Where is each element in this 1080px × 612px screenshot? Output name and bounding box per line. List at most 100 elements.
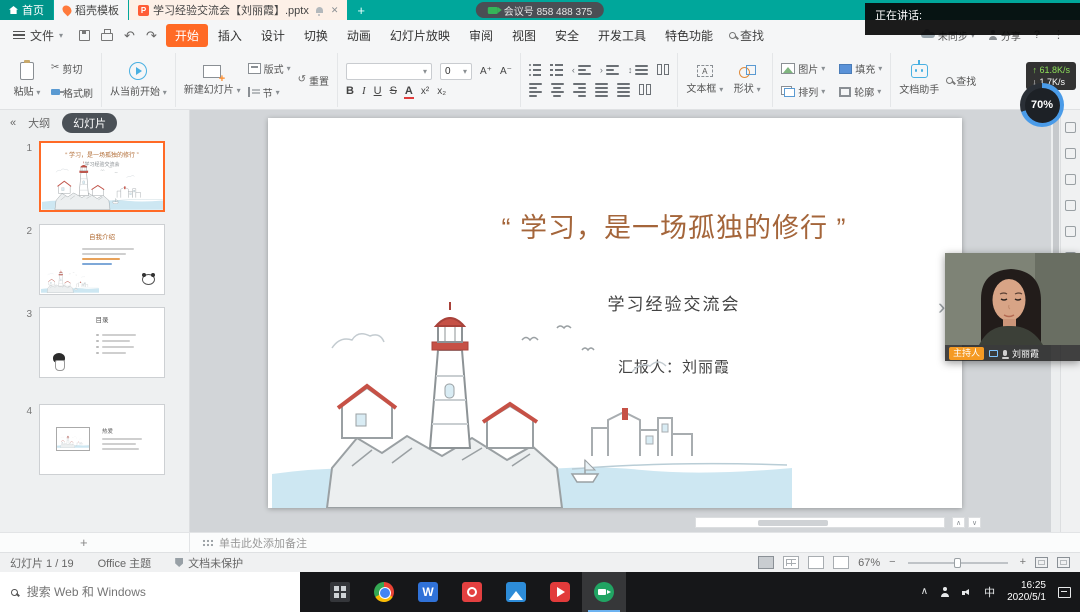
slide-thumbnail-4[interactable]: 热爱 <box>39 404 165 475</box>
justify-icon[interactable] <box>595 83 608 97</box>
taskbar-app-photos[interactable] <box>494 572 538 612</box>
tab-security[interactable]: 安全 <box>546 24 588 47</box>
lighthouse-illustration[interactable] <box>272 288 792 508</box>
scrollbar-thumb[interactable] <box>758 520 828 526</box>
new-slide-button[interactable]: 新建幻灯片 ▾ <box>184 65 241 96</box>
decrease-indent-icon[interactable]: ‹ <box>572 65 591 75</box>
protection-status[interactable]: 文档未保护 <box>175 555 243 571</box>
rail-animation-icon[interactable] <box>1065 148 1076 159</box>
tab-view[interactable]: 视图 <box>503 24 545 47</box>
contacts-icon[interactable] <box>940 587 950 597</box>
shrink-font-button[interactable]: A⁻ <box>500 66 512 77</box>
document-tab[interactable]: P 学习经验交流会【刘丽霞】.pptx ✕ <box>129 0 347 20</box>
home-tab[interactable]: 首页 <box>0 0 53 20</box>
subscript-button[interactable]: x₂ <box>437 86 446 97</box>
font-name-combo[interactable]: ▾ <box>346 63 432 80</box>
zoom-slider[interactable] <box>908 562 1008 564</box>
rail-object-icon[interactable] <box>1065 200 1076 211</box>
zoom-in-button[interactable]: + <box>1020 557 1026 568</box>
reset-button[interactable]: ↺ 重置 <box>298 73 329 88</box>
numbered-list-icon[interactable] <box>550 64 563 77</box>
taskbar-app-red[interactable] <box>450 572 494 612</box>
align-right-icon[interactable] <box>573 83 586 97</box>
fit-slide-button[interactable] <box>1035 557 1048 568</box>
slide-thumbnail-3[interactable]: 目录 <box>39 307 165 378</box>
taskbar-app-wps[interactable]: W <box>406 572 450 612</box>
outline-tab[interactable]: 大纲 <box>28 115 50 131</box>
fill-button[interactable]: 填充 ▾ <box>839 61 882 76</box>
zoom-percent[interactable]: 67% <box>858 557 880 569</box>
ime-indicator[interactable]: 中 <box>984 584 995 600</box>
webcam-overlay[interactable]: 主持人 刘丽霞 <box>945 253 1080 361</box>
shapes-button[interactable]: 形状 ▾ <box>730 65 764 95</box>
tab-insert[interactable]: 插入 <box>209 24 251 47</box>
align-left-icon[interactable] <box>529 83 542 97</box>
taskbar-clock[interactable]: 16:25 2020/5/1 <box>1007 580 1046 605</box>
grow-font-button[interactable]: A⁺ <box>480 66 492 77</box>
reading-view-button[interactable] <box>808 556 824 569</box>
bold-button[interactable]: B <box>346 85 354 97</box>
increase-indent-icon[interactable]: › <box>600 65 619 75</box>
collapse-panel-icon[interactable]: « <box>10 118 16 129</box>
rail-art-icon[interactable] <box>1065 174 1076 185</box>
tab-design[interactable]: 设计 <box>252 24 294 47</box>
print-icon[interactable] <box>101 33 113 41</box>
font-color-button[interactable]: A <box>405 85 413 97</box>
redo-icon[interactable]: ↷ <box>146 29 157 42</box>
tab-home[interactable]: 开始 <box>166 24 208 47</box>
docer-template-tab[interactable]: 稻壳模板 <box>54 0 128 20</box>
tab-review[interactable]: 审阅 <box>460 24 502 47</box>
section-button[interactable]: 节 ▾ <box>248 85 291 100</box>
accelerator-ball[interactable]: 70% <box>1020 83 1064 127</box>
distribute-icon[interactable] <box>617 83 630 97</box>
undo-icon[interactable]: ↶ <box>124 29 135 42</box>
format-painter-button[interactable]: 格式刷 <box>51 85 93 100</box>
horizontal-scrollbar[interactable] <box>695 517 945 528</box>
text-direction-icon[interactable] <box>639 84 651 95</box>
columns-icon[interactable] <box>657 64 669 75</box>
cut-button[interactable]: ✂ 剪切 <box>51 61 93 76</box>
action-center-icon[interactable] <box>1058 587 1071 598</box>
superscript-button[interactable]: x² <box>421 86 429 97</box>
notes-placeholder[interactable]: 单击此处添加备注 <box>219 535 307 551</box>
add-slide-button[interactable]: + <box>80 535 88 550</box>
slide-thumbnail-2[interactable]: 自我介绍 <box>39 224 165 295</box>
close-tab-icon[interactable]: ✕ <box>331 5 339 16</box>
font-size-combo[interactable]: 0 ▾ <box>440 63 472 80</box>
play-from-current-button[interactable]: 从当前开始 ▾ <box>110 62 167 98</box>
taskbar-app-chrome[interactable] <box>362 572 406 612</box>
notification-icon[interactable] <box>316 7 323 13</box>
ribbon-find-button[interactable]: 查找 <box>946 73 976 88</box>
current-slide[interactable]: “ 学习，是一场孤独的修行 ” 学习经验交流会 汇报人：刘丽霞 <box>268 118 962 508</box>
editing-canvas[interactable]: “ 学习，是一场孤独的修行 ” 学习经验交流会 汇报人：刘丽霞 › ∧ ∨ <box>190 110 1060 532</box>
italic-button[interactable]: I <box>362 85 366 97</box>
taskbar-app-meeting[interactable] <box>582 572 626 612</box>
slides-tab[interactable]: 幻灯片 <box>62 113 117 133</box>
file-menu-button[interactable]: 文件 ▾ <box>6 27 70 44</box>
tab-transitions[interactable]: 切换 <box>295 24 337 47</box>
menubar-find-button[interactable]: 查找 <box>729 27 764 44</box>
textbox-button[interactable]: 文本框 ▾ <box>686 65 723 95</box>
picture-button[interactable]: 图片 ▾ <box>781 61 825 76</box>
outline-button[interactable]: 轮廓 ▾ <box>839 84 882 99</box>
search-input[interactable] <box>27 585 289 599</box>
strikethrough-button[interactable]: S <box>390 85 397 97</box>
scrollbar-thumb[interactable] <box>1053 112 1059 262</box>
zoom-slider-knob[interactable] <box>954 558 961 568</box>
previous-slide-button[interactable]: ∧ <box>952 517 965 528</box>
rail-layers-icon[interactable] <box>1065 226 1076 237</box>
taskbar-search[interactable] <box>0 572 300 612</box>
tray-expand-icon[interactable]: ∧ <box>921 587 928 597</box>
save-icon[interactable] <box>79 30 90 41</box>
fullscreen-button[interactable] <box>1057 557 1070 568</box>
tab-devtools[interactable]: 开发工具 <box>589 24 655 47</box>
slide-title[interactable]: “ 学习，是一场孤独的修行 ” <box>386 206 962 245</box>
speaker-icon[interactable] <box>962 588 972 597</box>
meeting-id-pill[interactable]: 会议号 858 488 375 <box>476 2 604 18</box>
slide-thumbnail-1[interactable]: “ 学习，是一场孤独的修行 ” 学习经验交流会 <box>39 141 165 212</box>
underline-button[interactable]: U <box>374 85 382 97</box>
line-spacing-icon[interactable]: ↕ <box>628 65 649 75</box>
tab-slideshow[interactable]: 幻灯片放映 <box>381 24 459 47</box>
bullet-list-icon[interactable] <box>529 64 542 77</box>
layout-button[interactable]: 版式 ▾ <box>248 61 291 76</box>
